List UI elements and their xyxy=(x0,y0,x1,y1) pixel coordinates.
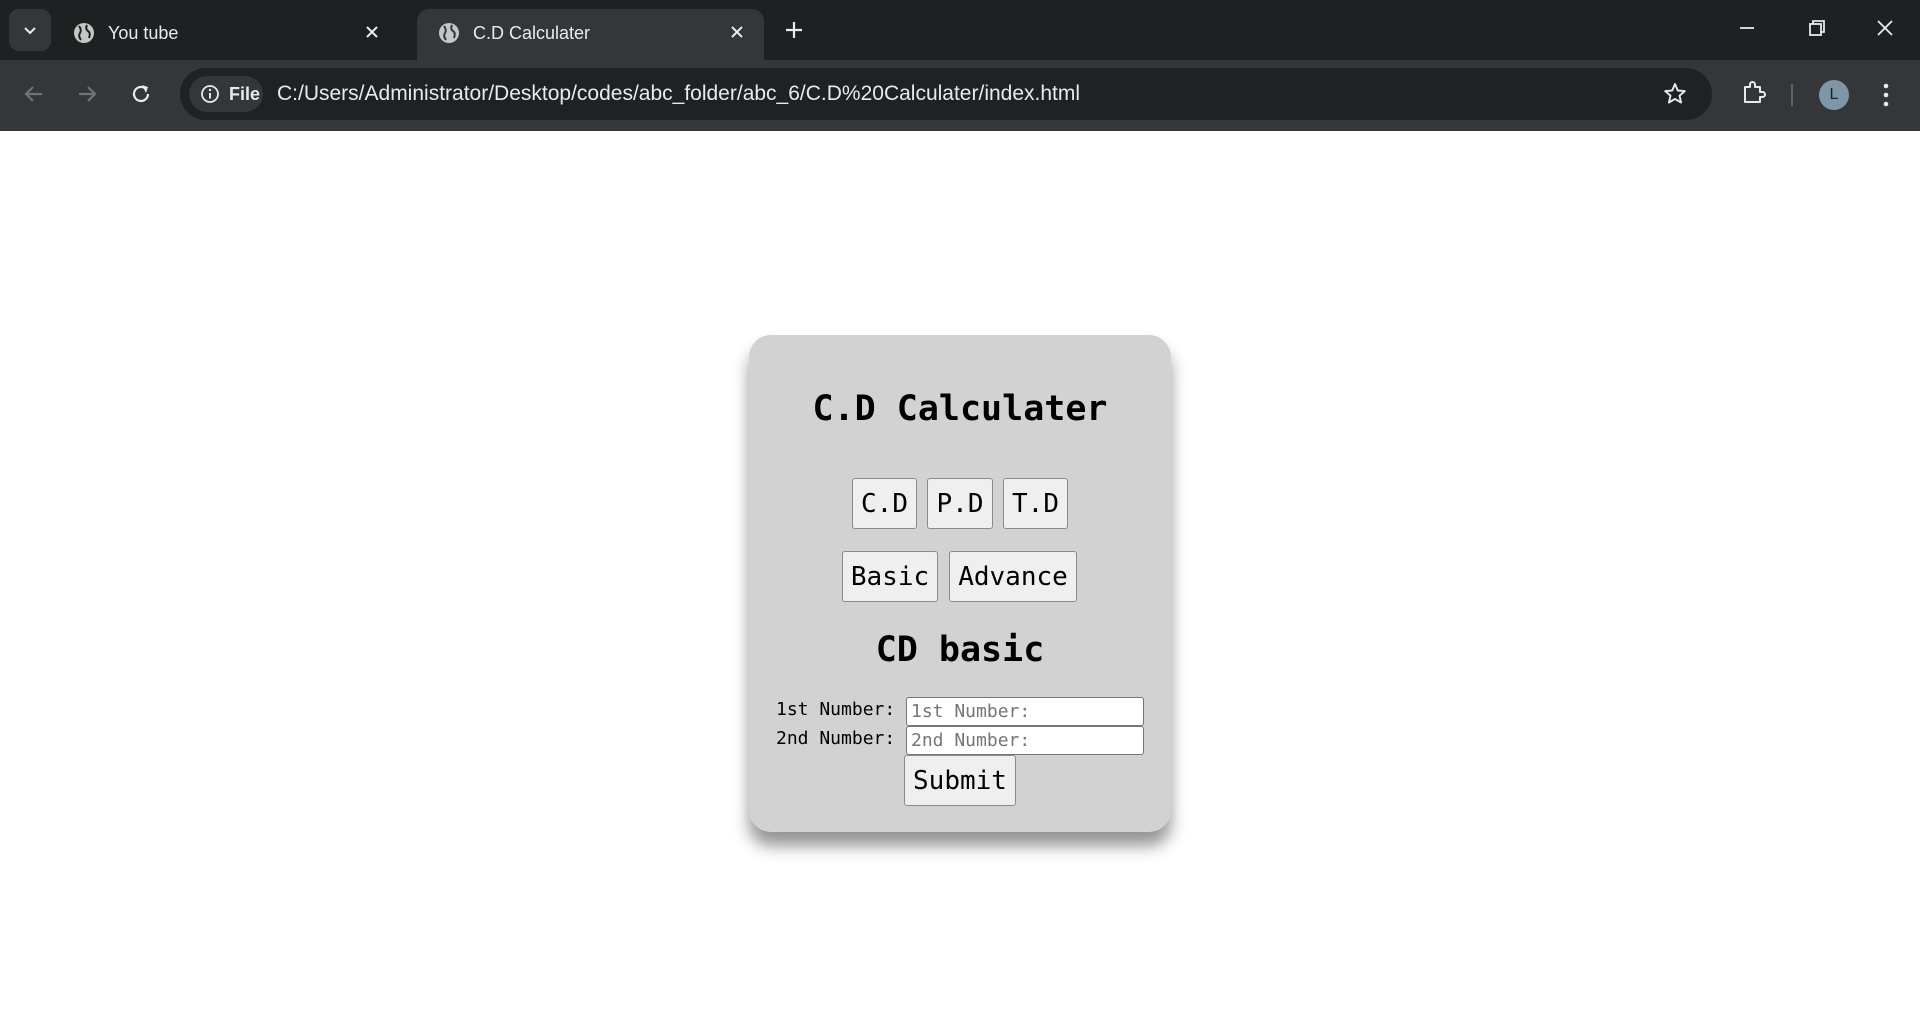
tab-title: You tube xyxy=(108,23,179,43)
url-text[interactable]: C:/Users/Administrator/Desktop/codes/abc… xyxy=(277,82,1080,106)
tab-search-button[interactable] xyxy=(9,9,51,51)
first-number-label: 1st Number: xyxy=(776,699,896,720)
profile-avatar[interactable]: L xyxy=(1819,80,1849,110)
tab-cd-calculater[interactable]: C.D Calculater xyxy=(417,9,764,60)
site-info-chip[interactable]: File xyxy=(189,76,263,112)
close-icon[interactable] xyxy=(726,21,748,43)
second-number-label: 2nd Number: xyxy=(776,728,896,749)
scheme-label: File xyxy=(229,83,261,104)
close-window-icon[interactable] xyxy=(1873,16,1897,40)
bookmark-star-icon[interactable] xyxy=(1662,81,1688,107)
submit-button[interactable]: Submit xyxy=(904,755,1016,806)
page-title: C.D Calculater xyxy=(812,389,1108,429)
info-icon xyxy=(201,85,219,103)
first-number-input[interactable] xyxy=(906,697,1144,726)
tab-title: C.D Calculater xyxy=(473,23,591,43)
advance-button[interactable]: Advance xyxy=(949,551,1077,602)
browser-toolbar: File C:/Users/Administrator/Desktop/code… xyxy=(0,60,1920,131)
toolbar-divider xyxy=(1791,84,1793,106)
calculator-card: C.D Calculater C.D P.D T.D Basic Advance… xyxy=(749,335,1171,832)
td-mode-button[interactable]: T.D xyxy=(1003,478,1068,529)
section-title: CD basic xyxy=(875,630,1045,670)
new-tab-icon[interactable] xyxy=(782,18,806,42)
second-number-input[interactable] xyxy=(906,726,1144,755)
pd-mode-button[interactable]: P.D xyxy=(927,478,993,529)
address-bar[interactable]: File C:/Users/Administrator/Desktop/code… xyxy=(180,68,1712,120)
basic-button[interactable]: Basic xyxy=(842,551,938,602)
tab-youtube[interactable]: You tube xyxy=(52,9,399,60)
globe-icon xyxy=(439,23,459,43)
more-menu-icon[interactable] xyxy=(1876,80,1896,110)
cd-mode-button[interactable]: C.D xyxy=(852,478,917,529)
close-icon[interactable] xyxy=(361,21,383,43)
chevron-down-icon xyxy=(24,27,36,35)
reload-icon[interactable] xyxy=(127,80,155,108)
minimize-icon[interactable] xyxy=(1735,16,1759,40)
restore-icon[interactable] xyxy=(1805,16,1829,40)
forward-arrow-icon[interactable] xyxy=(73,80,101,108)
globe-icon xyxy=(74,23,94,43)
extensions-puzzle-icon[interactable] xyxy=(1740,78,1768,106)
tab-strip: You tube C.D Calculater xyxy=(0,0,1920,60)
back-arrow-icon[interactable] xyxy=(20,80,48,108)
